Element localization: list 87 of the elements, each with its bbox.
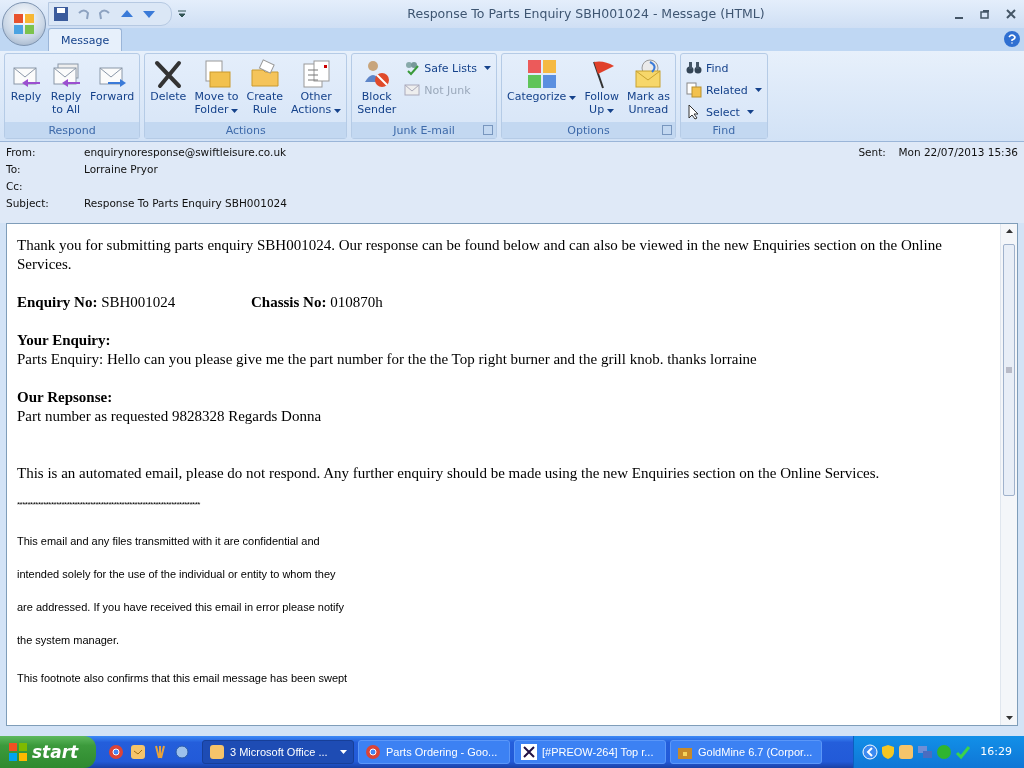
start-button[interactable]: start [0, 736, 96, 768]
ribbon-button[interactable]: Categorize [504, 56, 580, 106]
section-heading: Our Repsonse: [17, 388, 114, 407]
caret-icon [231, 109, 239, 114]
shield-icon[interactable] [881, 744, 896, 760]
up-arrow-icon[interactable] [1005, 229, 1013, 233]
scrollbar[interactable] [1000, 224, 1017, 726]
header-value: Lorraine Pryor [84, 163, 158, 178]
office-button[interactable] [2, 2, 46, 46]
header-value: enquirynoresponse@swiftleisure.co.uk [84, 146, 287, 161]
message-text: Part number as requested 9828328 Regards Donna [17, 407, 323, 426]
close-icon [1006, 8, 1016, 19]
ribbon-tab[interactable]: Message [48, 28, 123, 52]
header-value: Response To Parts Enquiry SBH001024 [84, 197, 287, 212]
down-arrow-icon[interactable] [1005, 716, 1013, 721]
caret-icon [754, 88, 762, 93]
group-label: Find [681, 122, 767, 139]
ribbon-button[interactable]: Other Actions [288, 56, 345, 119]
ribbon-button[interactable]: Forward [87, 56, 138, 106]
caret-icon [334, 109, 342, 114]
group-label: Respond [5, 122, 140, 139]
pencils-icon[interactable] [152, 744, 168, 760]
ribbon-button[interactable]: Move to Folder [191, 56, 242, 119]
group-label: Options [502, 122, 675, 139]
taskbar-button[interactable]: [#PREOW-264] Top r... [514, 740, 666, 764]
disclaimer-text: the system manager. [17, 633, 121, 647]
ribbon-button[interactable]: Mark as Unread [623, 56, 673, 119]
message-text: This is an automated email, please do not respond. Any further enquiry should be made using the new Enquiries section on the Online Services. [17, 464, 881, 483]
dialog-launcher-icon[interactable] [483, 125, 494, 136]
ribbon-button[interactable]: Find [683, 58, 765, 79]
disclaimer-text: are addressed. If you have received this email in error please notify [17, 600, 346, 614]
taskbar-button[interactable]: Parts Ordering - Goo... [358, 740, 510, 764]
taskbar-button[interactable]: 3 Microsoft Office ... [202, 740, 354, 764]
disclaimer-text: intended solely for the use of the individual or entity to whom they [17, 567, 337, 581]
status-dot-icon[interactable] [936, 744, 953, 760]
section-heading: Your Enquiry: [17, 331, 112, 350]
window-title: Response To Parts Enquiry SBH001024 - Message (HTML) [406, 6, 766, 22]
header-value: Mon 22/07/2013 15:36 [898, 146, 1018, 161]
check-icon[interactable] [955, 744, 972, 760]
chevron-icon[interactable] [862, 744, 879, 760]
save-icon[interactable] [53, 5, 69, 22]
message-text: Thank you for submitting parts enquiry SBH001024. Our response can be found below and can also be viewed in the new Enquiries section on the Online Services. [17, 236, 943, 274]
disclaimer-text: This footnote also confirms that this email message has been swept [17, 671, 349, 685]
people-check-icon [404, 60, 421, 77]
restore-icon [980, 8, 990, 19]
dialog-launcher-icon[interactable] [662, 125, 672, 136]
document-icon [300, 58, 333, 91]
header-label: From: [6, 146, 37, 161]
header-label: Subject: [6, 197, 50, 212]
group-label: Actions [145, 122, 347, 139]
caret-icon [569, 96, 577, 101]
caret-icon [484, 66, 492, 71]
ribbon-button[interactable]: Select [683, 102, 765, 123]
group-label: Junk E-mail [352, 122, 497, 139]
help-icon[interactable] [1004, 30, 1020, 47]
color-squares-icon [525, 58, 558, 91]
header-label: Sent: [858, 146, 887, 161]
ribbon-button[interactable]: Delete [147, 56, 190, 106]
ribbon-button[interactable]: Reply [7, 56, 45, 106]
minimize-icon [955, 16, 963, 19]
ribbon-button[interactable]: Related [683, 80, 765, 101]
squares-logo-icon [12, 12, 36, 36]
ribbon-button[interactable]: Follow Up [581, 56, 622, 119]
grip-icon[interactable] [1006, 367, 1012, 373]
clock: 16:29 [980, 745, 1012, 759]
browser-icon [365, 744, 381, 760]
windows-logo-icon [8, 742, 28, 762]
header-label: To: [6, 163, 22, 178]
ribbon-button[interactable]: Create Rule [243, 56, 286, 119]
disclaimer-text: This email and any files transmitted with it are confidential and [17, 534, 321, 548]
customize-caret-icon[interactable] [178, 9, 186, 18]
ribbon-button[interactable]: Safe Lists [401, 58, 495, 79]
field-text: Chassis No: 010870h [251, 293, 383, 312]
caret-icon [746, 110, 754, 115]
caret-icon [340, 750, 347, 754]
asterisk-rule: ********************************************************************** [17, 500, 201, 510]
envelope-icon [404, 82, 421, 99]
caret-icon [607, 109, 615, 114]
ribbon-button[interactable]: Reply to All [47, 56, 85, 119]
system-tray[interactable]: 16:29 [853, 736, 1024, 768]
header-label: Cc: [6, 180, 24, 195]
taskbar-button[interactable]: GoldMine 6.7 (Corpor... [670, 740, 822, 764]
documents-icon [686, 82, 702, 99]
message-text: Parts Enquiry: Hello can you please give me the part number for the the Top right burner and the grill knob. thanks lorraine [17, 350, 758, 369]
field-text: Enquiry No: SBH001024 [17, 293, 177, 312]
browser-icon[interactable] [108, 744, 124, 760]
ribbon-button[interactable]: Block Sender [354, 56, 400, 119]
